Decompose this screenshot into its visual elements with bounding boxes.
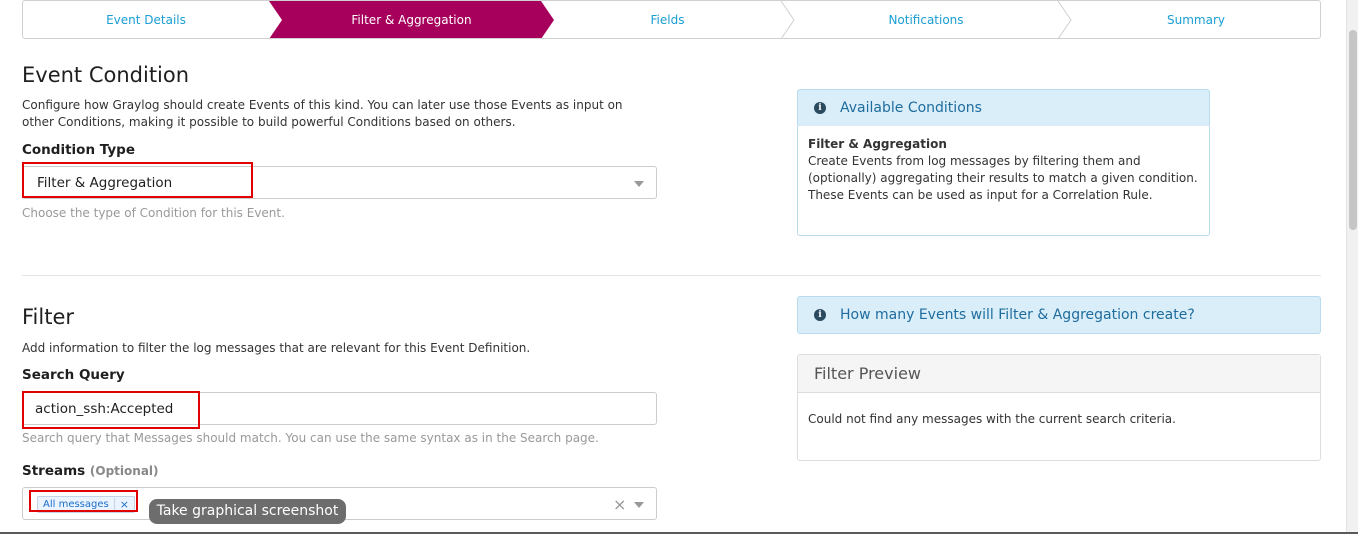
search-query-help: Search query that Messages should match.…	[22, 431, 599, 445]
events-info-header[interactable]: i How many Events will Filter & Aggregat…	[797, 296, 1321, 334]
annotation-highlight	[29, 490, 138, 512]
wizard-steps: Event Details Filter & Aggregation Field…	[22, 0, 1321, 39]
step-filter-aggregation[interactable]: Filter & Aggregation	[282, 1, 541, 38]
filter-preview-panel: Filter Preview Could not find any messag…	[797, 354, 1321, 461]
search-query-label: Search Query	[22, 367, 125, 383]
step-event-details[interactable]: Event Details	[23, 1, 269, 38]
step-separator	[1057, 1, 1072, 38]
scrollbar-thumb[interactable]	[1349, 30, 1357, 230]
streams-label-text: Streams	[22, 463, 86, 479]
filter-preview-title: Filter Preview	[798, 355, 1320, 393]
annotation-highlight	[22, 391, 200, 429]
event-condition-description: Configure how Graylog should create Even…	[22, 98, 623, 129]
streams-optional: (Optional)	[89, 464, 159, 478]
step-notifications[interactable]: Notifications	[794, 1, 1058, 38]
screenshot-tooltip: Take graphical screenshot	[149, 499, 346, 524]
info-icon: i	[814, 102, 826, 114]
filter-description: Add information to filter the log messag…	[22, 341, 531, 355]
streams-label: Streams (Optional)	[22, 463, 159, 479]
filter-preview-message: Could not find any messages with the cur…	[808, 412, 1176, 426]
info-icon: i	[814, 309, 826, 321]
annotation-highlight	[22, 162, 253, 198]
condition-type-label: Condition Type	[22, 142, 135, 158]
chevron-down-icon[interactable]	[634, 181, 644, 187]
filter-title: Filter	[22, 305, 75, 329]
step-summary[interactable]: Summary	[1071, 1, 1320, 38]
page-scrollbar[interactable]	[1346, 0, 1358, 534]
events-info-title[interactable]: How many Events will Filter & Aggregatio…	[840, 307, 1195, 323]
clear-icon[interactable]: ×	[613, 495, 626, 514]
condition-type-help: Choose the type of Condition for this Ev…	[22, 206, 285, 220]
chevron-down-icon[interactable]	[634, 502, 644, 508]
condition-item-title: Filter & Aggregation	[808, 137, 947, 151]
section-divider	[22, 275, 1321, 276]
condition-item-text: Create Events from log messages by filte…	[808, 154, 1198, 202]
step-separator	[780, 1, 795, 38]
available-conditions-title: Available Conditions	[840, 100, 982, 116]
available-conditions-header: i Available Conditions	[797, 89, 1210, 127]
step-fields[interactable]: Fields	[554, 1, 781, 38]
available-conditions-body: Filter & Aggregation Create Events from …	[797, 126, 1210, 236]
event-condition-title: Event Condition	[22, 63, 190, 87]
